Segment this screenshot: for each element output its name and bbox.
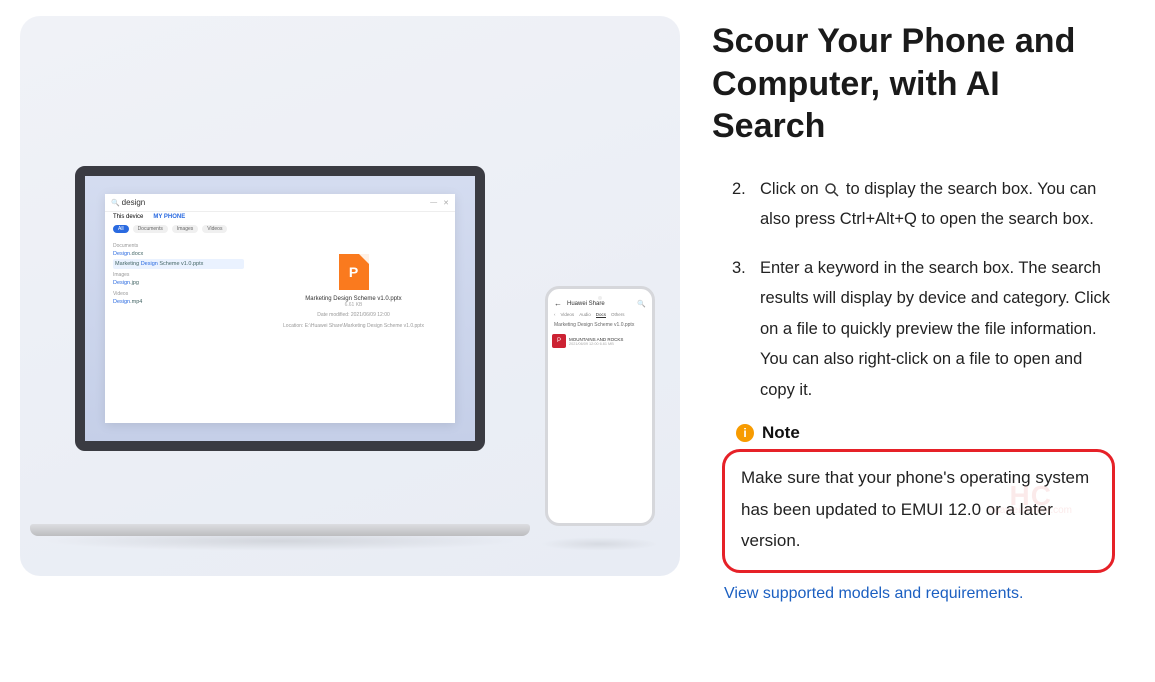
phone-shadow <box>540 537 660 551</box>
preview-location: Location: E:\Huawei Share\Marketing Desi… <box>252 323 455 330</box>
info-icon: i <box>736 424 754 442</box>
step-2: 2. Click on to display the search box. Y… <box>760 174 1115 235</box>
result-item[interactable]: Design.docx <box>113 249 244 259</box>
back-icon[interactable]: ← <box>554 299 562 308</box>
filter-images[interactable]: Images <box>172 225 198 233</box>
preview-pane: P Marketing Design Scheme v1.0.pptx 6.61… <box>252 236 455 427</box>
laptop-mockup: design — ✕ This device MY PHONE All Docu… <box>30 166 530 536</box>
phone-title: Huawei Share <box>567 301 605 307</box>
results-list: Documents Design.docx Marketing Design S… <box>105 236 252 427</box>
filter-documents[interactable]: Documents <box>133 225 168 233</box>
result-item[interactable]: Design.jpg <box>113 278 244 288</box>
phone-tab-others[interactable]: Others <box>611 312 625 318</box>
note-header: i Note <box>736 423 1115 443</box>
step-3: 3. Enter a keyword in the search box. Th… <box>760 253 1115 406</box>
phone-tab-audio[interactable]: Audio <box>579 312 591 318</box>
filter-pills: All Documents Images Videos <box>105 222 455 236</box>
minimize-icon[interactable]: — <box>430 199 437 206</box>
note-label: Note <box>762 423 800 443</box>
phone-mockup: ← Huawei Share 🔍 ‹ Videos Audio Docs Oth… <box>545 286 655 526</box>
supported-models-link[interactable]: View supported models and requirements. <box>724 585 1023 603</box>
close-icon[interactable]: ✕ <box>443 199 449 207</box>
search-window: design — ✕ This device MY PHONE All Docu… <box>105 194 455 423</box>
tab-my-phone[interactable]: MY PHONE <box>153 214 185 220</box>
result-item-selected[interactable]: Marketing Design Scheme v1.0.pptx <box>113 259 244 269</box>
media-name: MOUNTAINS AND ROCKS <box>569 337 623 342</box>
phone-tabs: ‹ Videos Audio Docs Others <box>552 310 648 320</box>
preview-size: 6.61 KB <box>252 302 455 308</box>
phone-tab-videos[interactable]: Videos <box>561 312 575 318</box>
step-number: 3. <box>732 253 746 284</box>
media-meta: 2021/06/09 12:00 6.61 MB <box>569 342 623 346</box>
note-box: Make sure that your phone's operating sy… <box>722 449 1115 573</box>
filter-videos[interactable]: Videos <box>202 225 227 233</box>
tab-this-device[interactable]: This device <box>113 214 143 220</box>
phone-media-item[interactable]: P MOUNTAINS AND ROCKS 2021/06/09 12:00 6… <box>552 334 648 348</box>
page-title: Scour Your Phone and Computer, with AI S… <box>712 20 1115 148</box>
filter-all[interactable]: All <box>113 225 129 233</box>
watermark-sub: huaweicentral.com <box>989 502 1072 521</box>
preview-date: Date modified: 2021/06/09 12:00 <box>252 312 455 319</box>
phone-tab-docs[interactable]: Docs <box>596 312 606 318</box>
instructions-panel: Scour Your Phone and Computer, with AI S… <box>680 8 1135 674</box>
media-icon: P <box>552 334 566 348</box>
product-illustration: design — ✕ This device MY PHONE All Docu… <box>20 16 680 576</box>
window-titlebar: design — ✕ <box>105 194 455 212</box>
phone-file-row[interactable]: Marketing Design Scheme v1.0.pptx <box>552 320 648 330</box>
search-input[interactable]: design <box>111 198 424 207</box>
search-icon <box>823 179 841 197</box>
result-item[interactable]: Design.mp4 <box>113 297 244 307</box>
laptop-base <box>30 524 530 536</box>
step-number: 2. <box>732 174 746 205</box>
pptx-icon: P <box>339 254 369 290</box>
device-tabs: This device MY PHONE <box>105 212 455 222</box>
search-icon[interactable]: 🔍 <box>637 300 646 308</box>
laptop-screen: design — ✕ This device MY PHONE All Docu… <box>75 166 485 451</box>
phone-header: ← Huawei Share 🔍 <box>552 295 648 310</box>
